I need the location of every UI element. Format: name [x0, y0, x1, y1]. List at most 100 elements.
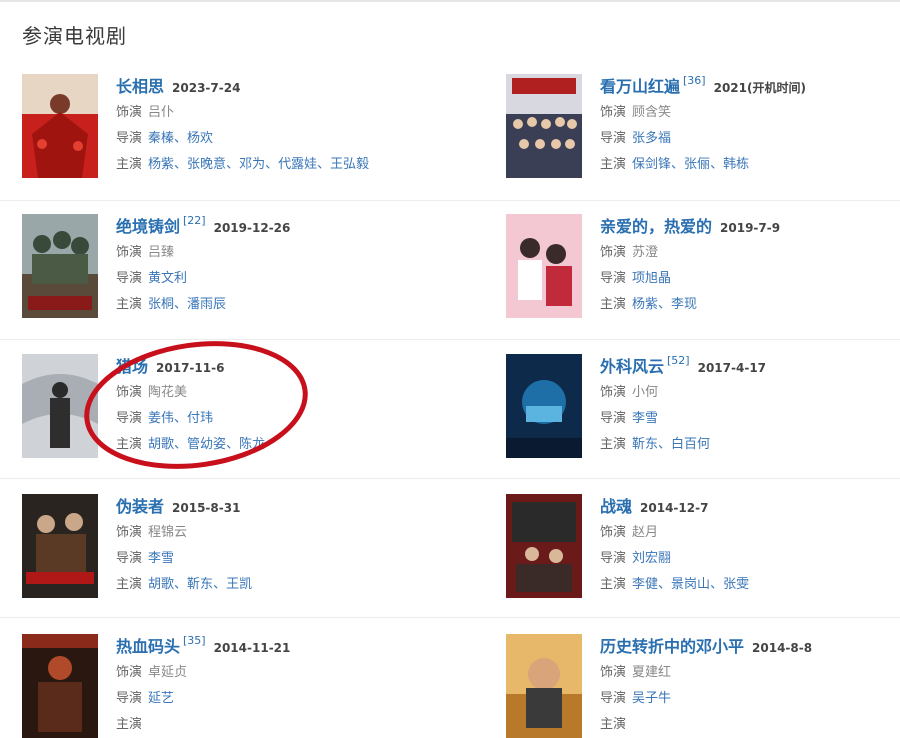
drama-info: 战魂 2014-12-7 饰演 赵月 导演 刘宏翮 主演 李健、景岗山、张雯 — [600, 494, 900, 598]
person-link[interactable]: 李雪 — [632, 411, 658, 426]
person-link[interactable]: 付玮 — [187, 411, 213, 426]
drama-info: 长相思 2023-7-24 饰演 吕仆 导演 秦榛、杨欢 主演 杨紫、张晚意、邓为、代露娃、王… — [116, 74, 436, 178]
person-link[interactable]: 靳东 — [632, 437, 658, 452]
person-link[interactable]: 延艺 — [148, 691, 174, 706]
title-line: 看万山红遍 [36] 2021(开机时间) — [600, 74, 900, 100]
role-name: 顾含笑 — [632, 105, 672, 120]
drama-card: 猎场 2017-11-6 饰演 陶花美 导演 姜伟、付玮 主演 胡歌、管幼姿、陈龙 — [22, 354, 442, 458]
person-link[interactable]: 李雪 — [148, 551, 174, 566]
drama-title-link[interactable]: 战魂 — [600, 497, 632, 516]
list-separator: 、 — [710, 577, 724, 592]
person-link[interactable]: 保剑锋 — [632, 157, 671, 172]
person-link[interactable]: 姜伟 — [148, 411, 174, 426]
row-divider — [0, 617, 900, 618]
director-label: 导演 — [600, 271, 627, 286]
list-separator: 、 — [174, 157, 188, 172]
person-link[interactable]: 陈龙 — [239, 437, 265, 452]
cast-label: 主演 — [600, 717, 627, 732]
cast-line: 主演 — [116, 712, 436, 738]
person-link[interactable]: 李健 — [632, 577, 658, 592]
person-link[interactable]: 邓为 — [239, 157, 265, 172]
title-line: 亲爱的，热爱的 2019-7-9 — [600, 214, 900, 240]
poster-gray-wings-thumbnail[interactable] — [22, 354, 98, 458]
role-line: 饰演 顾含笑 — [600, 100, 900, 126]
row-divider — [0, 339, 900, 340]
person-link[interactable]: 张桐 — [148, 297, 174, 312]
release-date: 2019-12-26 — [213, 221, 291, 235]
person-link[interactable]: 景岗山 — [671, 577, 710, 592]
person-link[interactable]: 吴子牛 — [632, 691, 671, 706]
person-link[interactable]: 李现 — [671, 297, 697, 312]
person-link[interactable]: 胡歌 — [148, 577, 174, 592]
person-link[interactable]: 黄文利 — [148, 271, 187, 286]
role-name: 吕臻 — [148, 245, 175, 260]
person-link[interactable]: 项旭晶 — [632, 271, 671, 286]
title-line: 热血码头 [35] 2014-11-21 — [116, 634, 436, 660]
director-line: 导演 张多福 — [600, 126, 900, 152]
person-link[interactable]: 刘宏翮 — [632, 551, 671, 566]
drama-title-link[interactable]: 长相思 — [116, 77, 164, 96]
person-link[interactable]: 杨紫 — [148, 157, 174, 172]
drama-info: 热血码头 [35] 2014-11-21 饰演 卓延贞 导演 延艺 主演 — [116, 634, 436, 738]
role-label: 饰演 — [116, 105, 143, 120]
person-link[interactable]: 潘雨辰 — [187, 297, 226, 312]
title-line: 猎场 2017-11-6 — [116, 354, 436, 380]
poster-disguiser-thumbnail[interactable] — [22, 494, 98, 598]
drama-title-link[interactable]: 历史转折中的邓小平 — [600, 637, 744, 656]
person-link[interactable]: 王凯 — [226, 577, 252, 592]
poster-dock-red-thumbnail[interactable] — [22, 634, 98, 738]
poster-surgeon-blue-thumbnail[interactable] — [506, 354, 582, 458]
director-line: 导演 秦榛、杨欢 — [116, 126, 436, 152]
cast-line: 主演 胡歌、靳东、王凯 — [116, 572, 436, 598]
citation-badge[interactable]: [22] — [183, 214, 206, 227]
drama-title-link[interactable]: 猎场 — [116, 357, 148, 376]
drama-title-link[interactable]: 看万山红遍 — [600, 77, 680, 96]
person-link[interactable]: 杨欢 — [187, 131, 213, 146]
cast-label: 主演 — [116, 297, 143, 312]
person-link[interactable]: 代露娃 — [278, 157, 317, 172]
poster-red-crowd-thumbnail[interactable] — [22, 74, 98, 178]
list-separator: 、 — [658, 297, 672, 312]
person-link[interactable]: 管幼姿 — [187, 437, 226, 452]
poster-group-photo-thumbnail[interactable] — [506, 74, 582, 178]
person-link[interactable]: 胡歌 — [148, 437, 174, 452]
citation-badge[interactable]: [52] — [667, 354, 690, 367]
role-name: 苏澄 — [632, 245, 659, 260]
poster-soldiers-thumbnail[interactable] — [22, 214, 98, 318]
drama-card: 长相思 2023-7-24 饰演 吕仆 导演 秦榛、杨欢 主演 杨紫、张晚意、邓为、代露娃、王… — [22, 74, 442, 178]
cast-line: 主演 杨紫、张晚意、邓为、代露娃、王弘毅 — [116, 152, 436, 178]
director-line: 导演 黄文利 — [116, 266, 436, 292]
citation-badge[interactable]: [36] — [683, 74, 706, 87]
cast-label: 主演 — [600, 297, 627, 312]
drama-card: 亲爱的，热爱的 2019-7-9 饰演 苏澄 导演 项旭晶 主演 杨紫、李现 — [506, 214, 900, 318]
drama-title-link[interactable]: 亲爱的，热爱的 — [600, 217, 712, 236]
person-link[interactable]: 靳东 — [187, 577, 213, 592]
role-line: 饰演 赵月 — [600, 520, 900, 546]
list-separator: 、 — [658, 437, 672, 452]
role-name: 吕仆 — [148, 105, 175, 120]
role-label: 饰演 — [116, 665, 143, 680]
cast-label: 主演 — [116, 577, 143, 592]
citation-badge[interactable]: [35] — [183, 634, 206, 647]
poster-couple-pink-thumbnail[interactable] — [506, 214, 582, 318]
drama-card: 战魂 2014-12-7 饰演 赵月 导演 刘宏翮 主演 李健、景岗山、张雯 — [506, 494, 900, 598]
drama-title-link[interactable]: 绝境铸剑 — [116, 217, 180, 236]
person-link[interactable]: 白百何 — [671, 437, 710, 452]
drama-title-link[interactable]: 热血码头 — [116, 637, 180, 656]
person-link[interactable]: 张雯 — [723, 577, 749, 592]
person-link[interactable]: 张多福 — [632, 131, 671, 146]
poster-war-red-thumbnail[interactable] — [506, 494, 582, 598]
drama-title-link[interactable]: 伪装者 — [116, 497, 164, 516]
person-link[interactable]: 杨紫 — [632, 297, 658, 312]
person-link[interactable]: 王弘毅 — [330, 157, 369, 172]
person-link[interactable]: 秦榛 — [148, 131, 174, 146]
cast-line: 主演 — [600, 712, 900, 738]
director-label: 导演 — [116, 411, 143, 426]
role-label: 饰演 — [600, 385, 627, 400]
drama-title-link[interactable]: 外科风云 — [600, 357, 664, 376]
person-link[interactable]: 张晚意 — [187, 157, 226, 172]
person-link[interactable]: 韩栋 — [723, 157, 749, 172]
poster-portrait-gold-thumbnail[interactable] — [506, 634, 582, 738]
role-name: 陶花美 — [148, 385, 188, 400]
person-link[interactable]: 张俪 — [684, 157, 710, 172]
